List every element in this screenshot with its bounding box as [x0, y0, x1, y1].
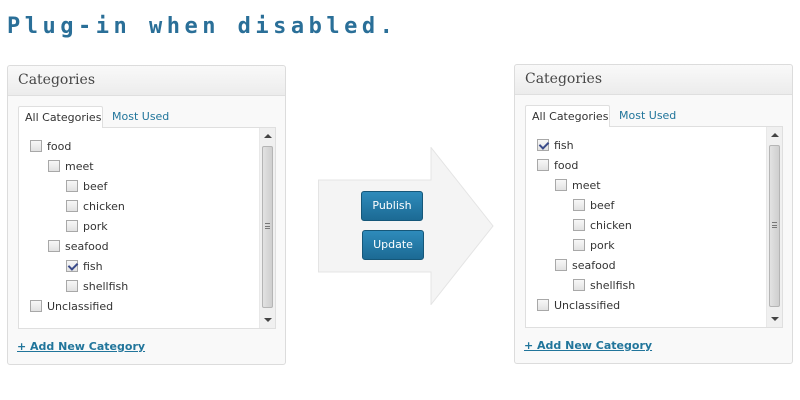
category-checkbox[interactable]	[555, 259, 567, 271]
category-checklist: fish food meet beef chicken pork seafood shellf…	[526, 127, 766, 327]
category-item[interactable]: chicken	[573, 218, 632, 234]
category-label: Unclassified	[47, 300, 114, 313]
page-heading: Plug-in when disabled.	[7, 14, 398, 39]
category-checklist-box: food meet beef chicken pork seafood fish shellf…	[18, 127, 276, 329]
panel-title: Categories	[18, 72, 95, 88]
category-item[interactable]: shellfish	[66, 279, 128, 295]
category-label: fish	[83, 260, 103, 273]
category-item[interactable]: fish	[537, 138, 574, 154]
category-checkbox[interactable]	[66, 260, 78, 272]
category-item[interactable]: food	[537, 158, 578, 174]
tab-most-used[interactable]: Most Used	[106, 106, 175, 128]
category-checkbox[interactable]	[573, 279, 585, 291]
category-checklist: food meet beef chicken pork seafood fish shellf…	[19, 128, 259, 328]
category-item[interactable]: meet	[48, 159, 94, 175]
category-checkbox[interactable]	[573, 219, 585, 231]
grip-icon	[265, 223, 270, 229]
category-label: beef	[590, 199, 615, 212]
tab-all-categories[interactable]: All Categories	[18, 106, 103, 128]
category-label: fish	[554, 139, 574, 152]
add-new-category-link[interactable]: + Add New Category	[524, 339, 652, 352]
publish-button[interactable]: Publish	[361, 191, 423, 221]
grip-icon	[772, 222, 777, 228]
scroll-up-arrow-icon[interactable]	[264, 134, 272, 138]
categories-panel-before: Categories All Categories Most Used food…	[7, 65, 286, 365]
categories-panel-after: Categories All Categories Most Used fish…	[514, 64, 793, 364]
category-label: food	[47, 140, 72, 153]
category-checkbox[interactable]	[48, 160, 60, 172]
category-label: food	[554, 159, 579, 172]
category-item[interactable]: shellfish	[573, 278, 635, 294]
category-item[interactable]: pork	[66, 219, 108, 235]
category-label: shellfish	[83, 280, 129, 293]
scroll-up-arrow-icon[interactable]	[771, 133, 779, 137]
panel-header: Categories	[8, 66, 285, 96]
category-checklist-box: fish food meet beef chicken pork seafood shellf…	[525, 126, 783, 328]
category-checkbox[interactable]	[555, 179, 567, 191]
scroll-down-arrow-icon[interactable]	[771, 317, 779, 321]
category-item[interactable]: Unclassified	[537, 298, 620, 314]
scrollbar[interactable]	[766, 127, 782, 327]
category-checkbox[interactable]	[66, 200, 78, 212]
category-item[interactable]: food	[30, 139, 71, 155]
right-arrow-icon	[318, 147, 494, 305]
category-item[interactable]: pork	[573, 238, 615, 254]
category-item[interactable]: fish	[66, 259, 103, 275]
category-label: chicken	[83, 200, 125, 213]
scroll-down-arrow-icon[interactable]	[264, 318, 272, 322]
category-label: seafood	[572, 259, 616, 272]
category-label: seafood	[65, 240, 109, 253]
tab-most-used[interactable]: Most Used	[613, 105, 682, 127]
category-item[interactable]: seafood	[555, 258, 616, 274]
category-label: pork	[590, 239, 615, 252]
category-checkbox[interactable]	[66, 180, 78, 192]
tab-all-categories[interactable]: All Categories	[525, 105, 610, 127]
panel-header: Categories	[515, 65, 792, 95]
category-item[interactable]: beef	[573, 198, 614, 214]
category-checkbox[interactable]	[537, 299, 549, 311]
scrollbar[interactable]	[259, 128, 275, 328]
category-checkbox[interactable]	[30, 300, 42, 312]
update-button[interactable]: Update	[362, 230, 424, 260]
category-checkbox[interactable]	[537, 139, 549, 151]
category-checkbox[interactable]	[573, 199, 585, 211]
category-checkbox[interactable]	[537, 159, 549, 171]
scroll-thumb[interactable]	[262, 146, 273, 308]
category-item[interactable]: chicken	[66, 199, 125, 215]
category-label: beef	[83, 180, 108, 193]
category-checkbox[interactable]	[48, 240, 60, 252]
category-item[interactable]: beef	[66, 179, 107, 195]
category-checkbox[interactable]	[30, 140, 42, 152]
category-checkbox[interactable]	[66, 280, 78, 292]
category-label: meet	[65, 160, 94, 173]
category-label: chicken	[590, 219, 632, 232]
add-new-category-link[interactable]: + Add New Category	[17, 340, 145, 353]
category-item[interactable]: seafood	[48, 239, 109, 255]
category-item[interactable]: meet	[555, 178, 601, 194]
category-label: meet	[572, 179, 601, 192]
category-item[interactable]: Unclassified	[30, 299, 113, 315]
category-checkbox[interactable]	[66, 220, 78, 232]
category-label: pork	[83, 220, 108, 233]
scroll-thumb[interactable]	[769, 145, 780, 307]
panel-title: Categories	[525, 71, 602, 87]
category-label: shellfish	[590, 279, 636, 292]
category-checkbox[interactable]	[573, 239, 585, 251]
category-label: Unclassified	[554, 299, 621, 312]
